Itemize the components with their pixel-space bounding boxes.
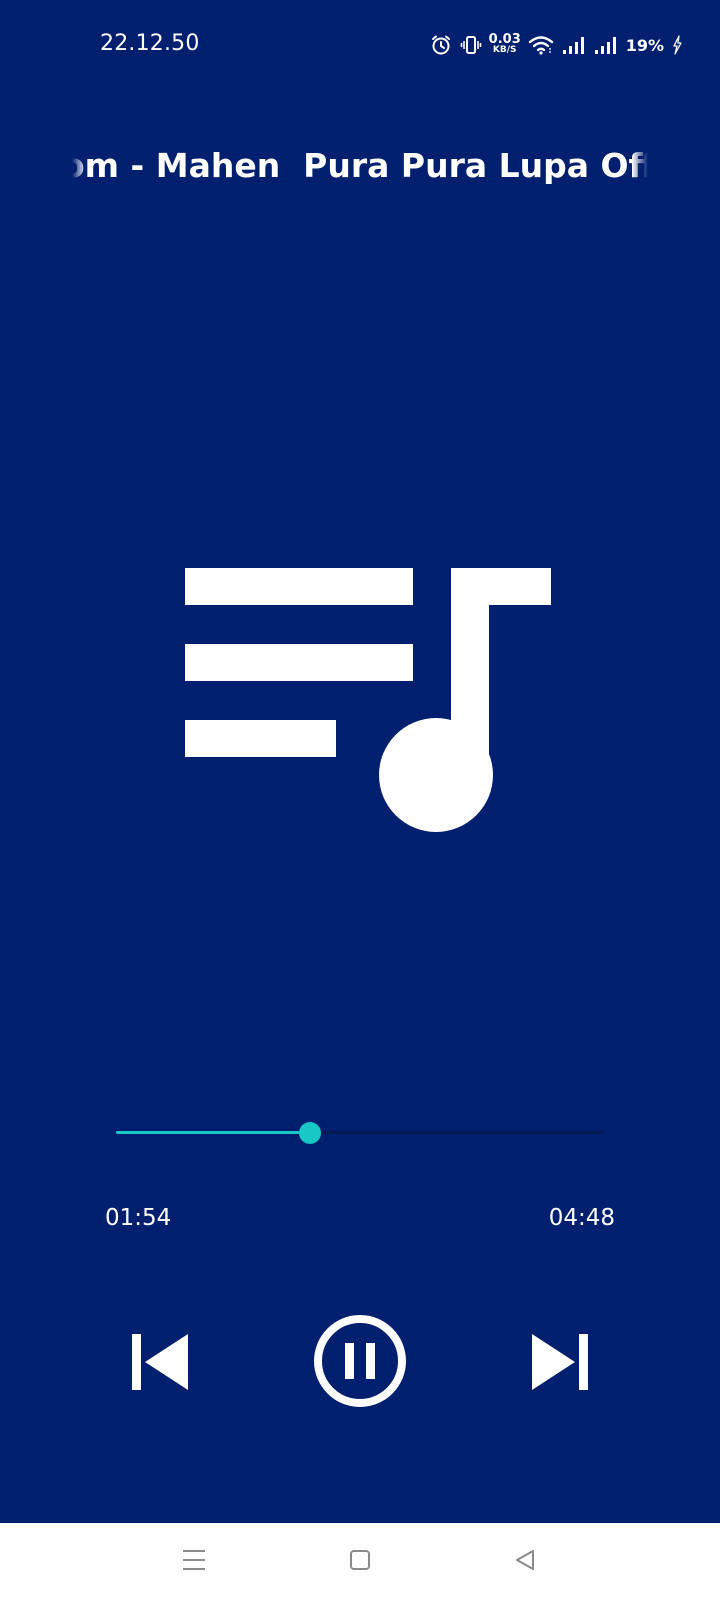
net-speed: 0.03 KB/S — [488, 32, 521, 55]
net-speed-unit: KB/S — [492, 45, 517, 55]
signal-icon — [594, 35, 618, 55]
player-screen: 22.12.50 0.03 KB/S 19% om - Mahen Pura P… — [0, 0, 720, 1523]
skip-previous-icon — [128, 1334, 192, 1397]
song-title: om - Mahen Pura Pura Lupa Offic — [72, 146, 648, 185]
back-button[interactable] — [485, 1523, 565, 1600]
progress-slider[interactable] — [116, 1122, 604, 1144]
system-nav-bar — [0, 1523, 720, 1600]
next-button[interactable] — [528, 1330, 592, 1394]
menu-icon — [181, 1548, 207, 1576]
net-speed-value: 0.03 — [488, 32, 521, 47]
pause-button[interactable] — [313, 1314, 407, 1408]
battery-percent: 19% — [625, 35, 664, 55]
home-button[interactable] — [320, 1523, 400, 1600]
wifi-icon — [528, 34, 554, 56]
current-time: 01:54 — [105, 1205, 172, 1231]
signal-icon — [562, 35, 586, 55]
vibrate-icon — [460, 34, 482, 56]
status-bar: 22.12.50 0.03 KB/S 19% — [0, 0, 720, 90]
previous-button[interactable] — [128, 1330, 192, 1394]
recents-button[interactable] — [154, 1523, 234, 1600]
back-icon — [513, 1548, 537, 1576]
skip-next-icon — [528, 1334, 592, 1397]
progress-fill — [116, 1131, 310, 1134]
song-title-marquee: om - Mahen Pura Pura Lupa Offic — [72, 140, 648, 196]
total-time: 04:48 — [548, 1205, 615, 1231]
alarm-icon — [430, 34, 452, 56]
progress-thumb[interactable] — [298, 1122, 321, 1144]
status-time: 22.12.50 — [100, 31, 200, 56]
charging-icon — [672, 35, 682, 55]
pause-circle-icon — [313, 1315, 407, 1411]
home-icon — [348, 1548, 372, 1576]
status-icons: 0.03 KB/S 19% — [430, 32, 682, 58]
playlist-music-icon — [185, 560, 551, 835]
